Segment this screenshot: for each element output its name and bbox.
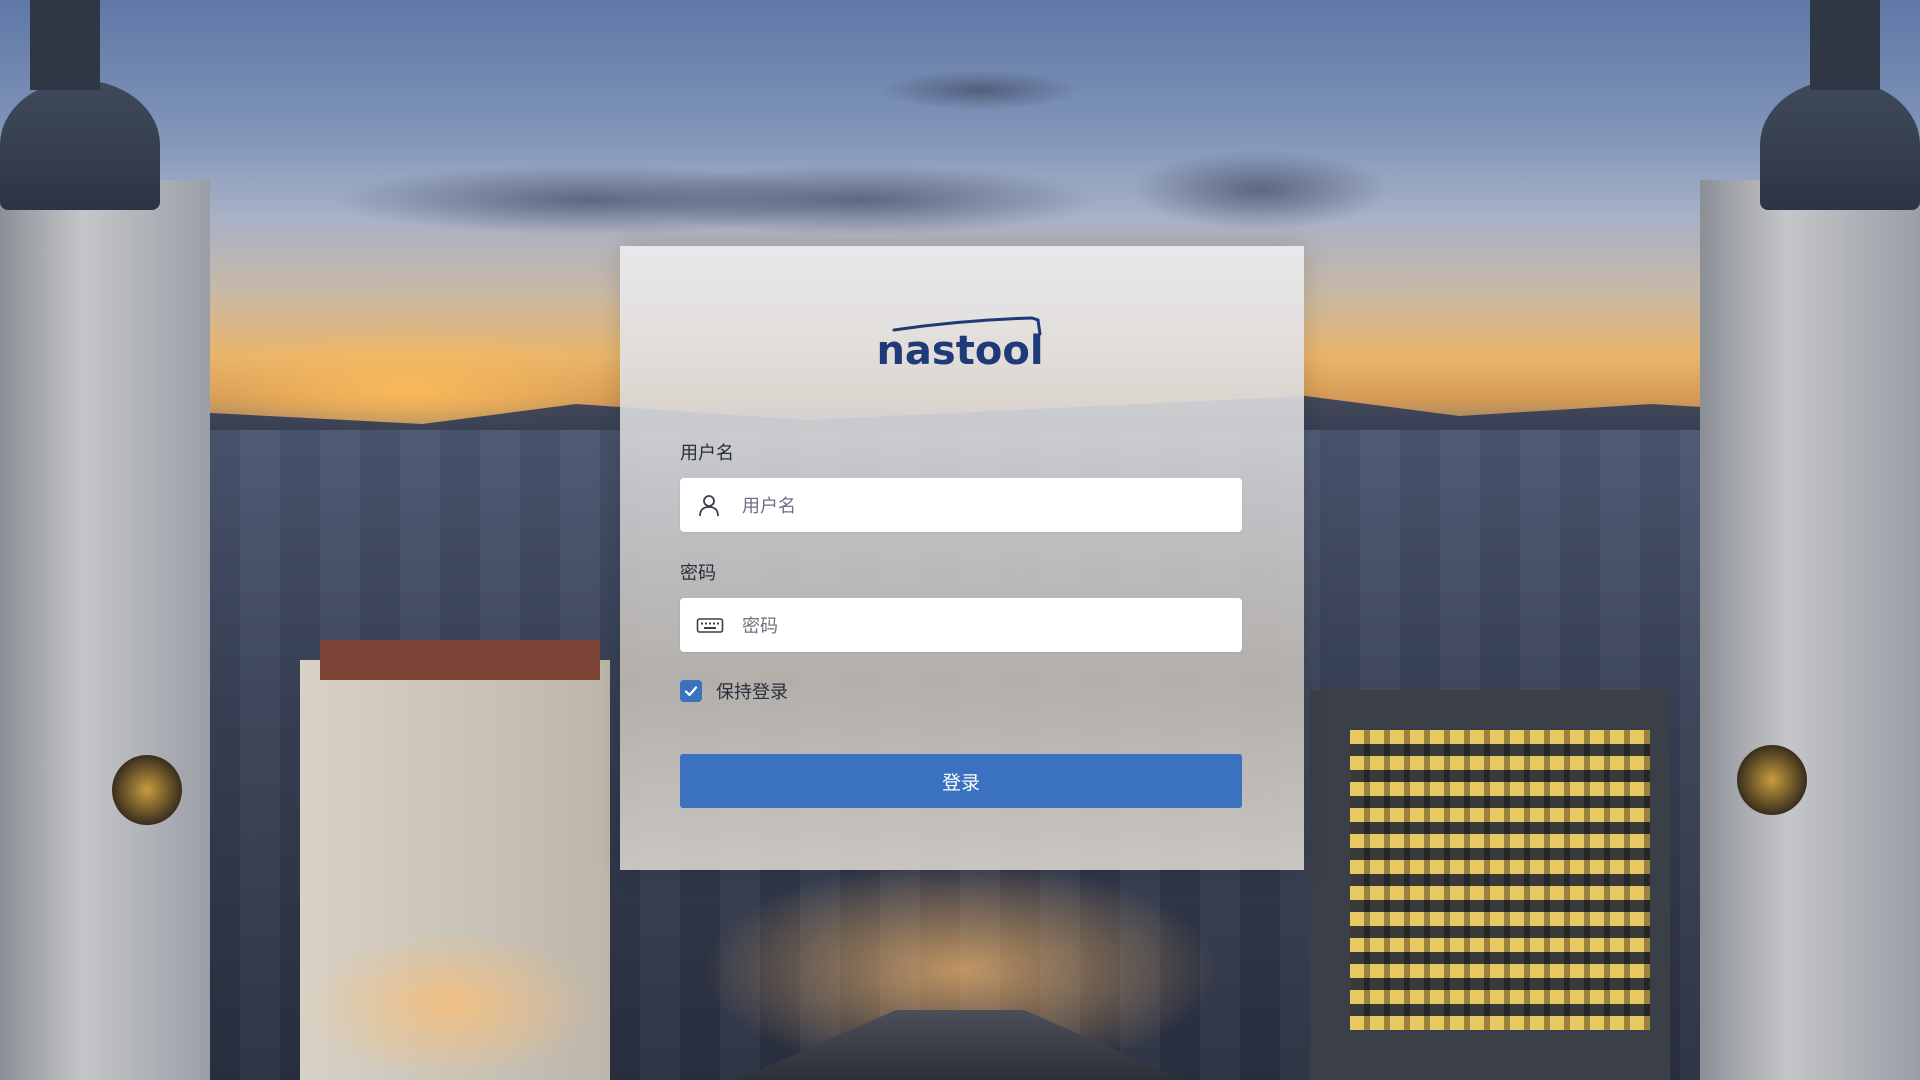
cloud xyxy=(1130,150,1390,230)
cloud xyxy=(620,165,1100,235)
lantern-left xyxy=(30,0,100,90)
street-light xyxy=(300,930,600,1080)
password-label: 密码 xyxy=(680,563,716,584)
remember-label: 保持登录 xyxy=(716,682,788,703)
tower-left xyxy=(0,180,210,1080)
username-label: 用户名 xyxy=(680,443,734,464)
check-icon xyxy=(684,686,698,697)
remember-checkbox[interactable] xyxy=(680,680,702,702)
password-input[interactable] xyxy=(740,598,1234,654)
user-icon xyxy=(696,492,722,518)
cloud xyxy=(880,70,1080,110)
lit-windows xyxy=(1350,730,1650,1030)
clock-right xyxy=(1737,745,1807,815)
username-field[interactable] xyxy=(680,478,1242,534)
nastool-logo: nastool xyxy=(620,308,1304,382)
login-card: nastool 用户名 密码 xyxy=(620,246,1304,870)
clock-left xyxy=(112,755,182,825)
logo-text: nastool xyxy=(876,328,1043,374)
keyboard-icon xyxy=(696,612,724,638)
dome-right xyxy=(1760,80,1920,210)
password-field[interactable] xyxy=(680,598,1242,654)
remember-me[interactable]: 保持登录 xyxy=(680,678,788,704)
logo-image: nastool xyxy=(876,316,1044,374)
dome-left xyxy=(0,80,160,210)
lantern-right xyxy=(1810,0,1880,90)
login-button[interactable]: 登录 xyxy=(680,754,1242,808)
username-input[interactable] xyxy=(740,478,1234,534)
tower-right xyxy=(1700,180,1920,1080)
roof-left xyxy=(320,640,600,680)
